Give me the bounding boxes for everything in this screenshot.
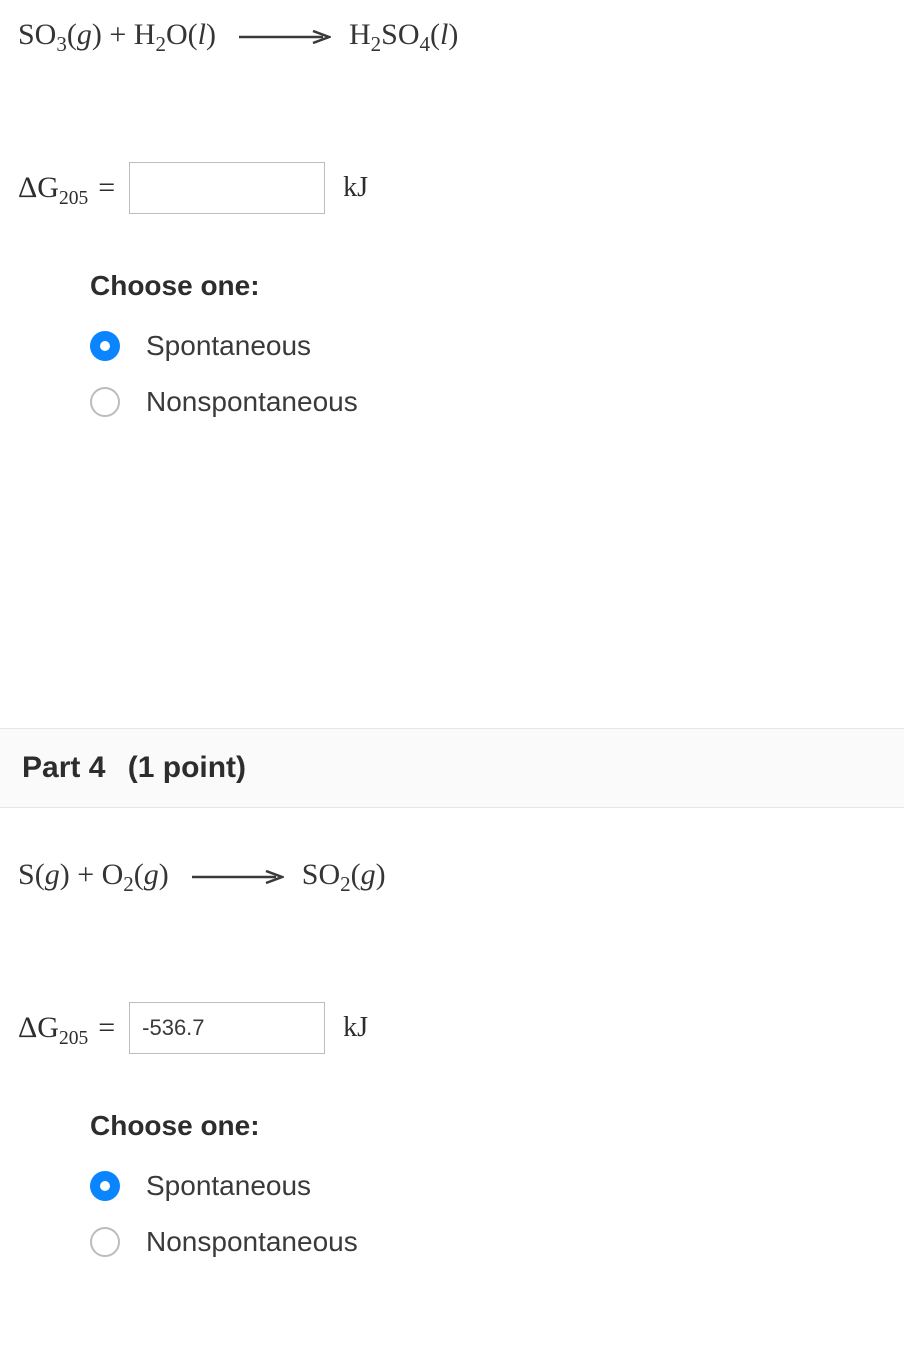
radio-checked-icon[interactable] xyxy=(90,1171,120,1201)
part-4-title: Part 4 xyxy=(22,751,105,784)
eq3-plus: + xyxy=(109,18,126,51)
eq4-product-phase: g xyxy=(361,858,376,891)
option-spontaneous-3[interactable]: Spontaneous xyxy=(90,330,886,362)
radio-unchecked-icon[interactable] xyxy=(90,387,120,417)
reaction-equation-3: SO3(g) + H2O(l) H2SO4(l) xyxy=(18,18,886,52)
reaction-arrow-icon xyxy=(192,870,284,884)
part-4-points: (1 point) xyxy=(128,751,246,784)
eq3-reactant-a: SO xyxy=(18,18,56,51)
option-label: Spontaneous xyxy=(146,1170,311,1202)
eq3-reactant-b2: O xyxy=(166,18,188,51)
delta-g-row-3: ΔG205 = kJ xyxy=(18,162,886,214)
unit-kj: kJ xyxy=(343,172,368,204)
eq3-reactant-b-phase: l xyxy=(198,18,206,51)
eq4-reactant-a-phase: g xyxy=(45,858,60,891)
option-spontaneous-4[interactable]: Spontaneous xyxy=(90,1170,886,1202)
delta-g-label: ΔG205 xyxy=(18,1011,88,1045)
eq3-reactant-b: H xyxy=(134,18,156,51)
eq3-reactant-a-phase: g xyxy=(77,18,92,51)
part-4-header: Part 4 (1 point) xyxy=(0,728,904,808)
reaction-arrow-icon xyxy=(239,30,331,44)
g-symbol: G xyxy=(37,1011,59,1044)
eq3-product-2: SO xyxy=(381,18,419,51)
radio-checked-icon[interactable] xyxy=(90,331,120,361)
g-symbol: G xyxy=(37,171,59,204)
delta-g-input-3[interactable] xyxy=(129,162,325,214)
option-label: Nonspontaneous xyxy=(146,386,358,418)
choose-block-3: Choose one: Spontaneous Nonspontaneous xyxy=(90,270,886,418)
eq4-reactant-a: S xyxy=(18,858,35,891)
delta-symbol: Δ xyxy=(18,1011,37,1044)
reaction-equation-4: S(g) + O2(g) SO2(g) xyxy=(18,858,886,892)
eq4-reactant-b: O xyxy=(102,858,124,891)
delta-g-label: ΔG205 xyxy=(18,171,88,205)
delta-g-input-4[interactable] xyxy=(129,1002,325,1054)
eq3-product-1: H xyxy=(349,18,371,51)
choose-one-label: Choose one: xyxy=(90,1110,886,1142)
equals-sign: = xyxy=(98,1011,115,1045)
eq3-product-sub2: 4 xyxy=(420,32,431,56)
choose-block-4: Choose one: Spontaneous Nonspontaneous xyxy=(90,1110,886,1258)
eq4-product-sub: 2 xyxy=(340,872,351,896)
unit-kj: kJ xyxy=(343,1012,368,1044)
option-nonspontaneous-3[interactable]: Nonspontaneous xyxy=(90,386,886,418)
option-label: Nonspontaneous xyxy=(146,1226,358,1258)
eq3-reactant-b-sub: 2 xyxy=(155,32,166,56)
option-label: Spontaneous xyxy=(146,330,311,362)
eq4-product: SO xyxy=(302,858,340,891)
part-3-section: SO3(g) + H2O(l) H2SO4(l) ΔG205 = kJ Choo… xyxy=(0,18,904,418)
part-4-section: S(g) + O2(g) SO2(g) ΔG205 = kJ Choose on… xyxy=(0,858,904,1258)
eq3-product-sub1: 2 xyxy=(371,32,382,56)
delta-symbol: Δ xyxy=(18,171,37,204)
eq4-plus: + xyxy=(77,858,94,891)
eq4-reactant-b-sub: 2 xyxy=(123,872,134,896)
option-nonspontaneous-4[interactable]: Nonspontaneous xyxy=(90,1226,886,1258)
equals-sign: = xyxy=(98,171,115,205)
choose-one-label: Choose one: xyxy=(90,270,886,302)
eq3-reactant-a-sub: 3 xyxy=(56,32,67,56)
radio-unchecked-icon[interactable] xyxy=(90,1227,120,1257)
dg-sub: 205 xyxy=(59,188,88,209)
delta-g-row-4: ΔG205 = kJ xyxy=(18,1002,886,1054)
eq4-reactant-b-phase: g xyxy=(144,858,159,891)
dg-sub: 205 xyxy=(59,1028,88,1049)
